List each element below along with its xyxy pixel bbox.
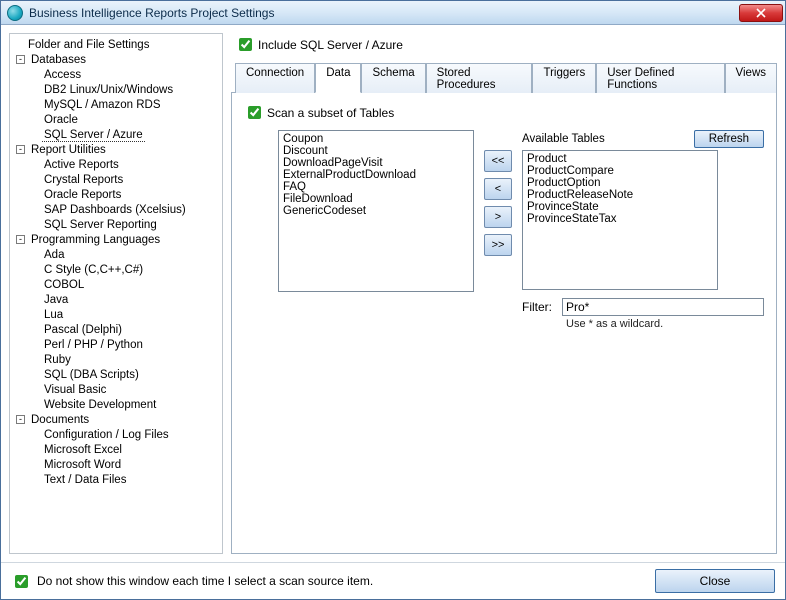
tree-toggle-icon[interactable]: - xyxy=(16,235,25,244)
refresh-button[interactable]: Refresh xyxy=(694,130,764,148)
filter-label: Filter: xyxy=(522,300,562,314)
list-item[interactable]: ProductOption xyxy=(525,177,715,189)
available-tables-list[interactable]: ProductProductCompareProductOptionProduc… xyxy=(522,150,718,290)
tree-leaf-label[interactable]: Ada xyxy=(42,249,66,261)
settings-window: Business Intelligence Reports Project Se… xyxy=(0,0,786,600)
filter-hint: Use * as a wildcard. xyxy=(566,318,764,330)
tree-leaf-label[interactable]: SQL Server Reporting xyxy=(42,219,159,231)
list-item[interactable]: ProvinceState xyxy=(525,201,715,213)
tab-stored-procedures[interactable]: Stored Procedures xyxy=(426,63,533,93)
list-item[interactable]: Coupon xyxy=(281,133,471,145)
tree-leaf-label[interactable]: Text / Data Files xyxy=(42,474,128,486)
tree-toggle-icon[interactable]: - xyxy=(16,415,25,424)
tree-leaf-label[interactable]: DB2 Linux/Unix/Windows xyxy=(42,84,175,96)
tab-schema[interactable]: Schema xyxy=(361,63,425,93)
footer: Do not show this window each time I sele… xyxy=(1,562,785,599)
include-label: Include SQL Server / Azure xyxy=(258,38,403,52)
tree-leaf-label[interactable]: Perl / PHP / Python xyxy=(42,339,145,351)
tree-leaf-label[interactable]: Access xyxy=(42,69,83,81)
tree-toggle-icon[interactable]: - xyxy=(16,145,25,154)
window-close-button[interactable] xyxy=(739,4,783,22)
tree-toggle-icon[interactable]: - xyxy=(16,55,25,64)
tree-leaf-label[interactable]: MySQL / Amazon RDS xyxy=(42,99,163,111)
selected-tables-list[interactable]: CouponDiscountDownloadPageVisitExternalP… xyxy=(278,130,474,292)
tree-leaf-label[interactable]: Ruby xyxy=(42,354,73,366)
dont-show-checkbox[interactable] xyxy=(15,575,28,588)
tab-data[interactable]: Data xyxy=(315,63,361,93)
tree-leaf-label[interactable]: COBOL xyxy=(42,279,86,291)
nav-tree[interactable]: Folder and File Settings-DatabasesAccess… xyxy=(12,38,220,488)
tree-leaf-label[interactable]: Lua xyxy=(42,309,65,321)
tree-leaf-label[interactable]: Crystal Reports xyxy=(42,174,125,186)
move-right-button[interactable]: > xyxy=(484,206,512,228)
window-title: Business Intelligence Reports Project Se… xyxy=(29,6,739,20)
tree-leaf-label[interactable]: Visual Basic xyxy=(42,384,108,396)
tab-user-defined-functions[interactable]: User Defined Functions xyxy=(596,63,724,93)
titlebar: Business Intelligence Reports Project Se… xyxy=(1,1,785,25)
move-buttons: << < > >> xyxy=(484,150,512,256)
close-icon xyxy=(756,8,766,18)
close-button[interactable]: Close xyxy=(655,569,775,593)
list-item[interactable]: ProductCompare xyxy=(525,165,715,177)
tab-content-data: Scan a subset of Tables CouponDiscountDo… xyxy=(231,93,777,554)
list-item[interactable]: ProductReleaseNote xyxy=(525,189,715,201)
list-item[interactable]: GenericCodeset xyxy=(281,205,471,217)
tree-leaf-label[interactable]: Pascal (Delphi) xyxy=(42,324,124,336)
tree-leaf-label[interactable]: Folder and File Settings xyxy=(26,39,151,51)
scan-subset-label: Scan a subset of Tables xyxy=(267,106,394,120)
tree-leaf-label[interactable]: Microsoft Excel xyxy=(42,444,124,456)
move-all-left-button[interactable]: << xyxy=(484,150,512,172)
move-left-button[interactable]: < xyxy=(484,178,512,200)
tree-branch-label[interactable]: Documents xyxy=(29,414,91,426)
tab-connection[interactable]: Connection xyxy=(235,63,315,93)
list-item[interactable]: ExternalProductDownload xyxy=(281,169,471,181)
tab-views[interactable]: Views xyxy=(725,63,777,93)
tree-branch-label[interactable]: Report Utilities xyxy=(29,144,108,156)
move-all-right-button[interactable]: >> xyxy=(484,234,512,256)
tree-leaf-label[interactable]: Configuration / Log Files xyxy=(42,429,171,441)
tree-branch-label[interactable]: Programming Languages xyxy=(29,234,162,246)
list-item[interactable]: Product xyxy=(525,153,715,165)
tree-leaf-label[interactable]: Microsoft Word xyxy=(42,459,123,471)
list-item[interactable]: Discount xyxy=(281,145,471,157)
list-item[interactable]: FAQ xyxy=(281,181,471,193)
scan-subset-checkbox[interactable] xyxy=(248,106,261,119)
include-row: Include SQL Server / Azure xyxy=(231,33,777,60)
app-icon xyxy=(7,5,23,21)
filter-input[interactable] xyxy=(562,298,764,316)
tree-leaf-label[interactable]: Website Development xyxy=(42,399,158,411)
tree-leaf-label[interactable]: SQL Server / Azure xyxy=(42,129,145,142)
tree-leaf-label[interactable]: Java xyxy=(42,294,70,306)
tree-leaf-label[interactable]: Active Reports xyxy=(42,159,121,171)
list-item[interactable]: ProvinceStateTax xyxy=(525,213,715,225)
tab-triggers[interactable]: Triggers xyxy=(532,63,596,93)
tree-leaf-label[interactable]: C Style (C,C++,C#) xyxy=(42,264,145,276)
list-item[interactable]: DownloadPageVisit xyxy=(281,157,471,169)
nav-tree-panel: Folder and File Settings-DatabasesAccess… xyxy=(9,33,223,554)
tree-leaf-label[interactable]: Oracle xyxy=(42,114,80,126)
tree-leaf-label[interactable]: Oracle Reports xyxy=(42,189,123,201)
tree-leaf-label[interactable]: SQL (DBA Scripts) xyxy=(42,369,141,381)
tree-leaf-label[interactable]: SAP Dashboards (Xcelsius) xyxy=(42,204,188,216)
tab-strip: ConnectionDataSchemaStored ProceduresTri… xyxy=(231,62,777,93)
available-tables-label: Available Tables xyxy=(522,133,605,145)
tree-branch-label[interactable]: Databases xyxy=(29,54,88,66)
list-item[interactable]: FileDownload xyxy=(281,193,471,205)
include-checkbox[interactable] xyxy=(239,38,252,51)
dont-show-label: Do not show this window each time I sele… xyxy=(37,574,373,588)
